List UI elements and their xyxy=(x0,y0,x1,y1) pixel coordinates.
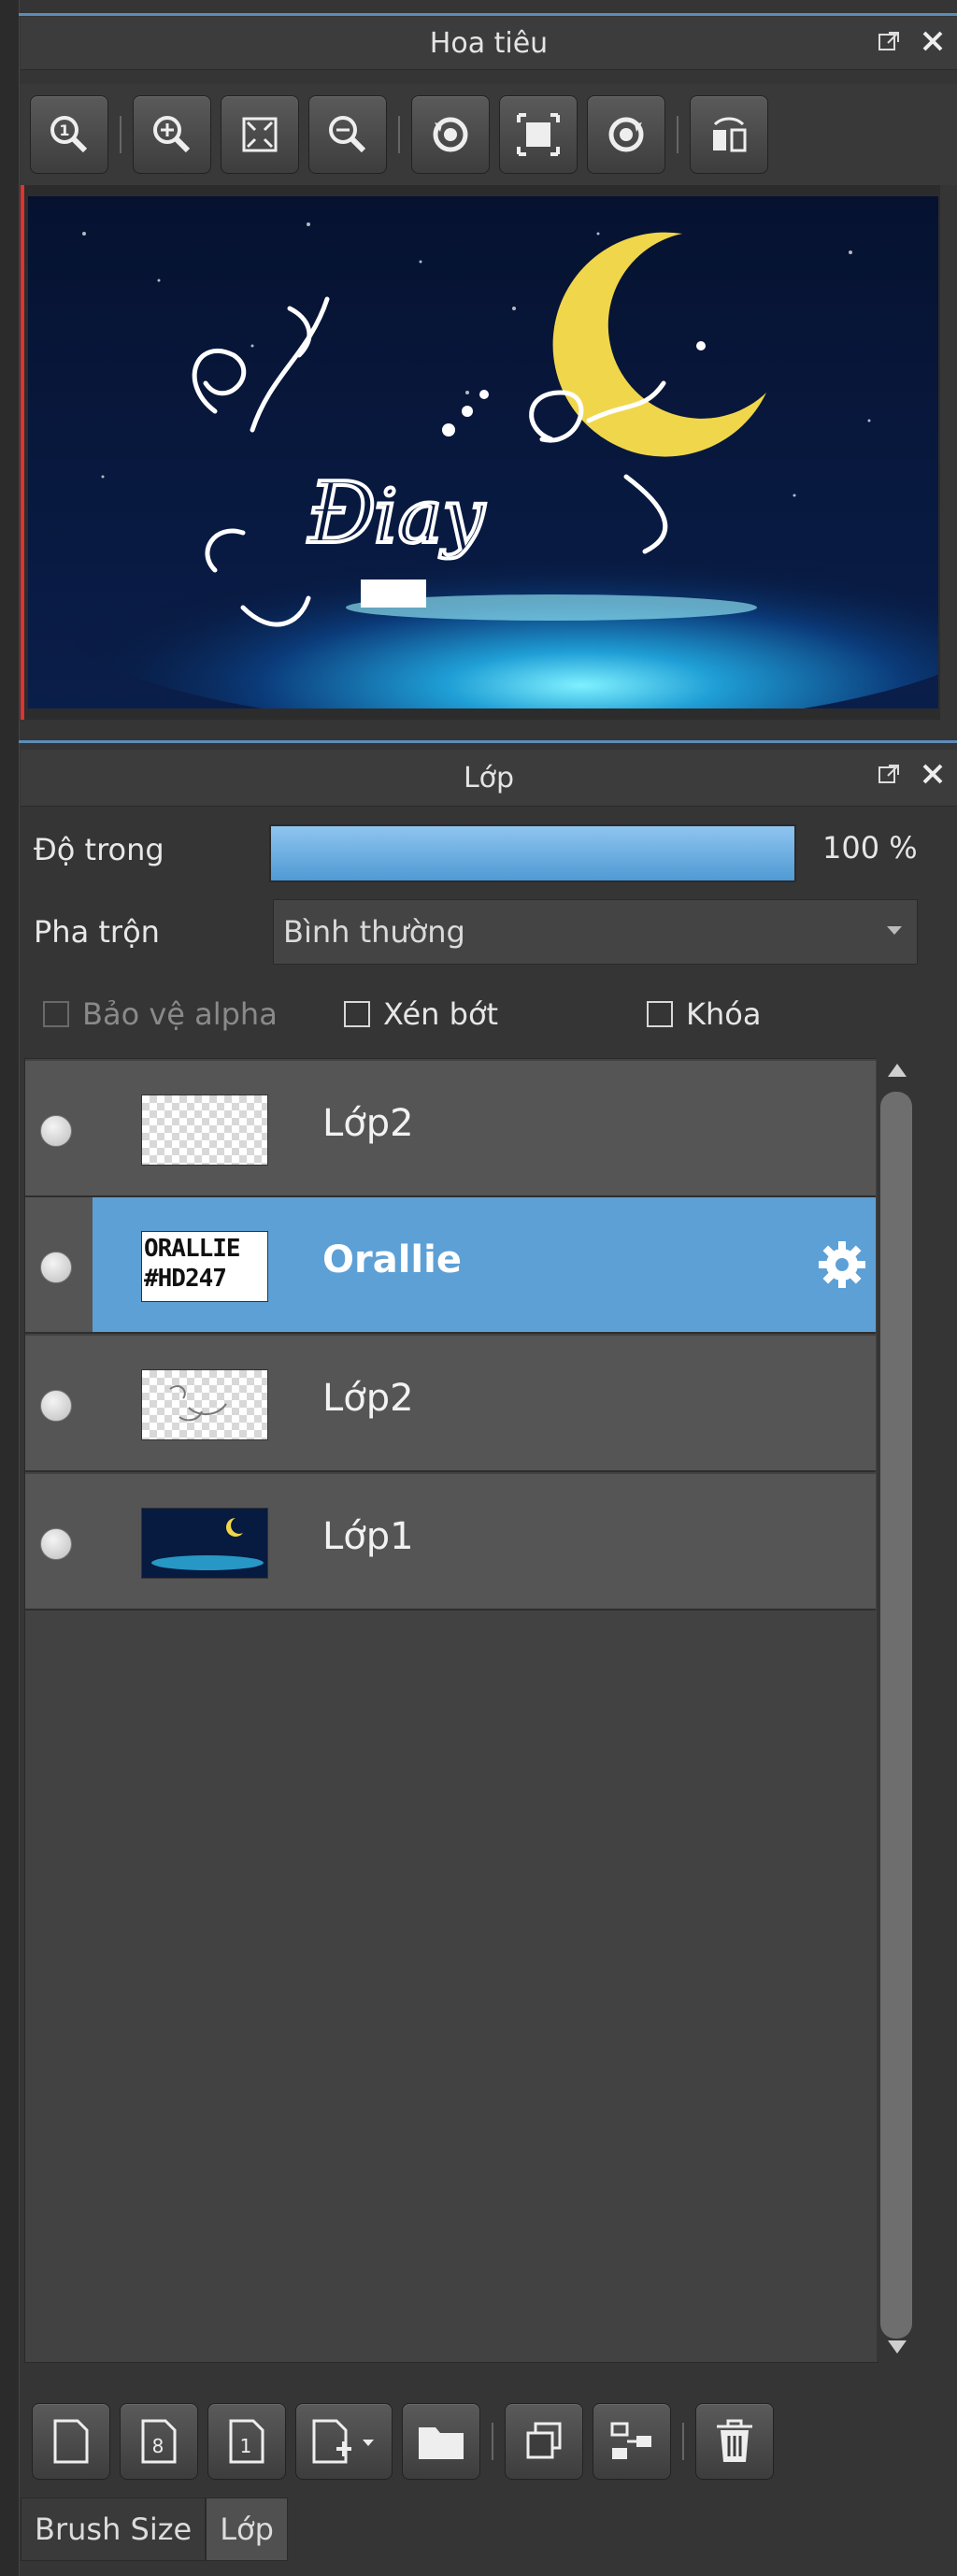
close-icon[interactable] xyxy=(918,759,948,789)
navigator-toolbar: 1 xyxy=(21,84,957,185)
toolbar-separator xyxy=(682,2423,684,2460)
fit-window-icon[interactable] xyxy=(221,95,299,174)
flip-horizontal-icon[interactable] xyxy=(690,95,768,174)
duplicate-layer-icon[interactable] xyxy=(505,2403,583,2480)
tab-brush-size[interactable]: Brush Size xyxy=(21,2497,207,2561)
clipping-checkbox[interactable]: Xén bớt xyxy=(344,996,498,1032)
svg-text:1: 1 xyxy=(59,122,69,139)
scroll-up-icon[interactable] xyxy=(888,1064,907,1077)
layer-name: Orallie xyxy=(322,1238,462,1281)
protect-alpha-checkbox[interactable]: Bảo vệ alpha xyxy=(43,996,278,1032)
lock-checkbox[interactable]: Khóa xyxy=(647,996,761,1032)
night-thumbnail-image xyxy=(142,1509,267,1578)
layer-row-selected[interactable]: ORALLIE #HD247 Orallie xyxy=(25,1197,876,1334)
layer-row[interactable]: Lớp2 xyxy=(25,1336,876,1472)
thumbnail-text: ORALLIE #HD247 xyxy=(144,1234,241,1294)
new-8bit-layer-icon[interactable]: 8 xyxy=(120,2403,198,2480)
tab-layers[interactable]: Lớp xyxy=(206,2497,288,2561)
navigator-preview[interactable]: Đ iay xyxy=(21,185,940,720)
merge-layer-icon[interactable] xyxy=(593,2403,671,2480)
opacity-value: 100 % xyxy=(822,830,918,866)
zoom-actual-icon[interactable]: 1 xyxy=(30,95,108,174)
tab-label: Brush Size xyxy=(35,2512,193,2547)
layer-thumbnail xyxy=(141,1095,268,1166)
opacity-slider[interactable] xyxy=(269,824,796,882)
toolbar-separator xyxy=(492,2423,493,2460)
layer-name: Lớp2 xyxy=(322,1102,414,1145)
thumbnail-text-line: ORALLIE xyxy=(144,1235,241,1263)
visibility-toggle[interactable] xyxy=(40,1252,72,1283)
checkbox-box xyxy=(344,1001,370,1027)
layer-thumbnail xyxy=(141,1369,268,1440)
layer-toolbar: 8 1 xyxy=(21,2397,957,2486)
clipping-label: Xén bớt xyxy=(383,996,499,1032)
folder-icon[interactable] xyxy=(402,2403,480,2480)
panel-accent-line xyxy=(19,740,957,743)
layer-name: Lớp1 xyxy=(322,1515,414,1558)
checkbox-box xyxy=(647,1001,673,1027)
blend-label: Pha trộn xyxy=(34,914,160,950)
layer-name: Lớp2 xyxy=(322,1377,414,1420)
tab-label: Lớp xyxy=(220,2512,274,2547)
close-icon[interactable] xyxy=(918,26,948,56)
checkbox-box xyxy=(43,1001,69,1027)
scroll-down-icon[interactable] xyxy=(888,2340,907,2354)
sketch-thumbnail-image xyxy=(169,1385,227,1422)
visibility-toggle[interactable] xyxy=(40,1390,72,1422)
zoom-out-icon[interactable] xyxy=(308,95,387,174)
protect-alpha-label: Bảo vệ alpha xyxy=(82,996,278,1032)
layer-list: Lớp2 ORALLIE #HD247 Orallie Lớp2 Lớp1 xyxy=(24,1058,878,2363)
toolbar-separator xyxy=(677,116,678,153)
rotate-right-icon[interactable] xyxy=(587,95,665,174)
opacity-label: Độ trong xyxy=(34,832,164,867)
new-layer-icon[interactable] xyxy=(32,2403,110,2480)
new-1bit-layer-icon[interactable]: 1 xyxy=(207,2403,286,2480)
fit-view-icon[interactable] xyxy=(499,95,578,174)
svg-text:8: 8 xyxy=(152,2435,164,2457)
visibility-toggle[interactable] xyxy=(40,1115,72,1147)
blend-mode-value: Bình thường xyxy=(283,914,465,950)
layers-header: Lớp xyxy=(21,750,957,807)
layer-thumbnail xyxy=(141,1508,268,1579)
svg-text:Đ: Đ xyxy=(307,465,377,563)
toolbar-separator xyxy=(120,116,121,153)
navigator-header: Hoa tiêu xyxy=(21,17,957,70)
blend-mode-select[interactable]: Bình thường xyxy=(273,899,918,965)
left-dock-strip xyxy=(0,0,20,2576)
toolbar-separator xyxy=(398,116,400,153)
rotate-left-icon[interactable] xyxy=(411,95,490,174)
canvas-preview-image: Đ iay xyxy=(28,196,938,708)
layer-row[interactable]: Lớp1 xyxy=(25,1474,876,1610)
svg-text:1: 1 xyxy=(240,2435,252,2457)
gear-icon[interactable] xyxy=(816,1238,868,1291)
add-layer-menu-icon[interactable] xyxy=(295,2403,393,2480)
chevron-down-icon xyxy=(887,926,902,935)
layer-thumbnail: ORALLIE #HD247 xyxy=(141,1231,268,1302)
app-window: Hoa tiêu 1 Đ iay Lớp Độ trong 100 % Pha … xyxy=(0,0,957,2576)
scroll-thumb[interactable] xyxy=(880,1092,912,2339)
delete-layer-icon[interactable] xyxy=(695,2403,774,2480)
detach-icon[interactable] xyxy=(875,26,905,56)
panel-tabs: Brush Size Lớp xyxy=(21,2496,288,2561)
layer-row[interactable]: Lớp2 xyxy=(25,1061,876,1197)
lock-label: Khóa xyxy=(686,996,762,1032)
zoom-in-icon[interactable] xyxy=(133,95,211,174)
detach-icon[interactable] xyxy=(875,759,905,789)
layers-title: Lớp xyxy=(463,761,515,794)
svg-text:iay: iay xyxy=(374,473,486,560)
visibility-toggle[interactable] xyxy=(40,1528,72,1560)
layer-list-scrollbar[interactable] xyxy=(877,1058,916,2361)
navigator-title: Hoa tiêu xyxy=(429,26,549,60)
thumbnail-text-line: #HD247 xyxy=(144,1265,227,1293)
panel-accent-line xyxy=(19,13,957,16)
